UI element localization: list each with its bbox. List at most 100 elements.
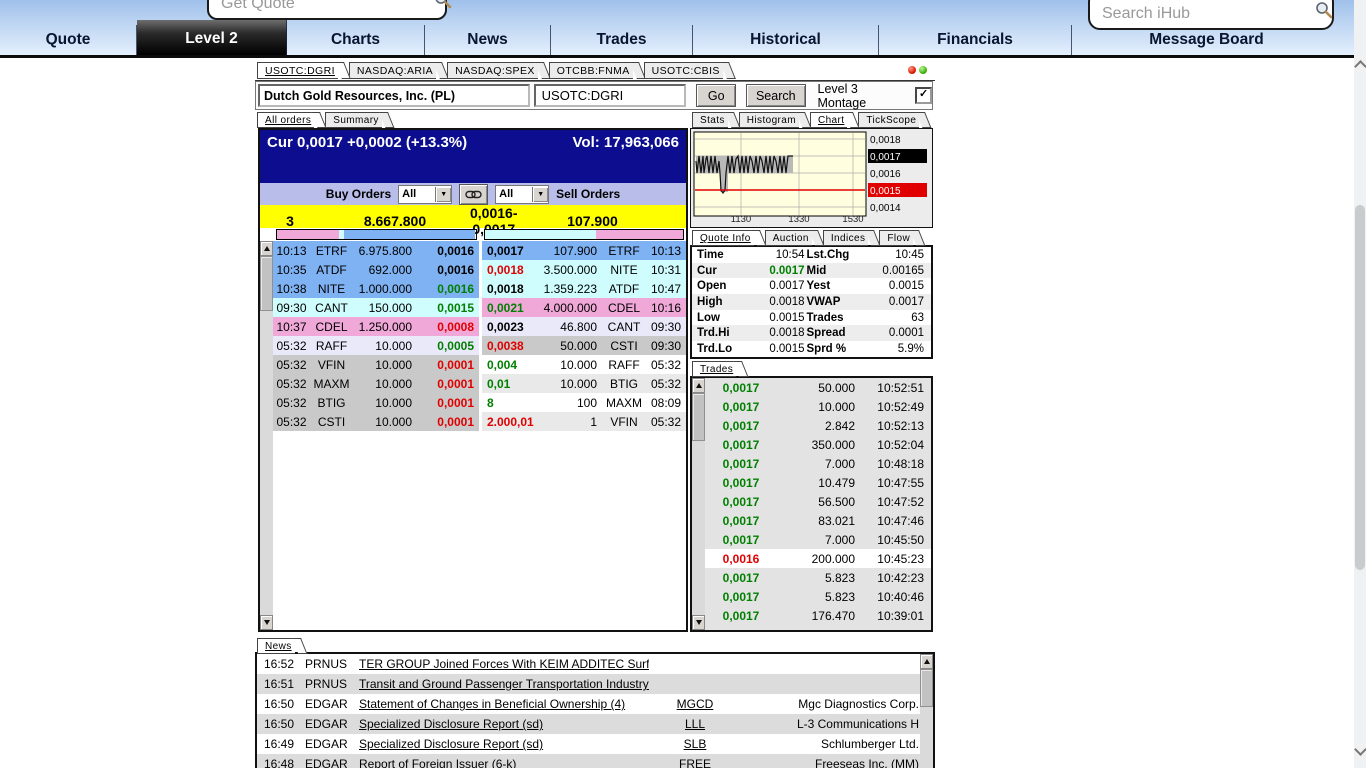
quote-tab-indices[interactable]: Indices <box>823 230 869 246</box>
bid-row[interactable]: 10:35ATDF692.0000,0016 <box>273 260 479 279</box>
nav-tab-financials[interactable]: Financials <box>879 25 1072 55</box>
sell-orders-label: Sell Orders <box>556 187 620 201</box>
ask-row[interactable]: 2.000,011VFIN05:32 <box>482 412 686 431</box>
news-source: EDGAR <box>301 697 359 711</box>
ask-row[interactable]: 0,0110.000BTIG05:32 <box>482 374 686 393</box>
nav-tab-quote[interactable]: Quote <box>0 25 137 55</box>
news-ticker-link[interactable]: FREE <box>679 757 711 768</box>
bid-mm: VFIN <box>310 358 353 372</box>
ask-row[interactable]: 0,00410.000RAFF05:32 <box>482 355 686 374</box>
scrollbar-thumb[interactable] <box>260 256 273 311</box>
trades-scrollbar[interactable] <box>692 378 705 630</box>
ask-row[interactable]: 0,003850.000CSTI09:30 <box>482 336 686 355</box>
scroll-up-button[interactable] <box>260 241 273 256</box>
view-tab-all-orders[interactable]: All orders <box>257 112 314 128</box>
bid-row[interactable]: 05:32BTIG10.0000,0001 <box>273 393 479 412</box>
news-headline-link[interactable]: TER GROUP Joined Forces With KEIM ADDITE… <box>359 657 649 671</box>
nav-tab-historical[interactable]: Historical <box>693 25 879 55</box>
scroll-up-button[interactable] <box>920 654 933 669</box>
chart-tab-tickscope[interactable]: TickScope <box>858 112 919 128</box>
nav-tab-news[interactable]: News <box>425 25 551 55</box>
news-headline-link[interactable]: Transit and Ground Passenger Transportat… <box>359 677 649 691</box>
scroll-down-button[interactable] <box>260 615 273 630</box>
ask-row[interactable]: 0,00214.000.000CDEL10:16 <box>482 298 686 317</box>
ask-row[interactable]: 0,0017107.900ETRF10:13 <box>482 241 686 260</box>
link-filters-button[interactable] <box>459 184 488 205</box>
search-ihub-input[interactable] <box>1100 4 1311 24</box>
search-icon[interactable] <box>434 0 452 14</box>
bid-size: 150.000 <box>353 301 417 315</box>
stock-tab-nasdaq-spex[interactable]: NASDAQ:SPEX <box>447 62 538 79</box>
sell-orders-select[interactable]: All ▼ <box>495 185 549 204</box>
news-headline-link[interactable]: Specialized Disclosure Report (sd) <box>359 717 543 731</box>
tab-trades[interactable]: Trades <box>692 361 736 377</box>
bid-row[interactable]: 05:32RAFF10.0000,0005 <box>273 336 479 355</box>
book-scrollbar[interactable] <box>260 241 273 630</box>
news-ticker-link[interactable]: LLL <box>685 717 705 731</box>
news-headline-link[interactable]: Report of Foreign Issuer (6-k) <box>359 757 516 768</box>
nav-tab-label: Quote <box>46 31 91 48</box>
go-button[interactable]: Go <box>696 84 736 107</box>
ask-row[interactable]: 0,00181.359.223ATDF10:47 <box>482 279 686 298</box>
chart-tab-stats[interactable]: Stats <box>692 112 728 128</box>
chart-tab-histogram[interactable]: Histogram <box>739 112 799 128</box>
nav-tab-trades[interactable]: Trades <box>551 25 693 55</box>
news-ticker-link[interactable]: SLB <box>684 737 707 751</box>
bid-row[interactable]: 10:13ETRF6.975.8000,0016 <box>273 241 479 260</box>
get-quote-input[interactable] <box>219 0 430 14</box>
chart-tab-chart[interactable]: Chart <box>810 112 847 128</box>
quote-tab-flow[interactable]: Flow <box>879 230 913 246</box>
stock-tab-otcbb-fnma[interactable]: OTCBB:FNMA <box>549 62 633 79</box>
scroll-up-button[interactable] <box>692 378 705 393</box>
news-headline-link[interactable]: Specialized Disclosure Report (sd) <box>359 737 543 751</box>
scrollbar-thumb[interactable] <box>1355 205 1365 570</box>
bid-price: 0,0016 <box>417 282 479 296</box>
bid-row[interactable]: 05:32MAXM10.0000,0001 <box>273 374 479 393</box>
qi-label: Time <box>697 249 743 261</box>
ask-mm: MAXM <box>602 396 646 410</box>
bid-time: 10:35 <box>273 263 310 277</box>
nav-tab-message-board[interactable]: Message Board <box>1072 25 1341 55</box>
ask-row[interactable]: 0,00183.500.000NITE10:31 <box>482 260 686 279</box>
bid-row[interactable]: 09:30CANT150.0000,0015 <box>273 298 479 317</box>
quote-tab-quote-info[interactable]: Quote Info <box>692 230 754 246</box>
view-tab-summary[interactable]: Summary <box>325 112 382 128</box>
scrollbar-thumb[interactable] <box>920 669 933 707</box>
ask-row[interactable]: 0,002346.800CANT09:30 <box>482 317 686 336</box>
svg-text:0,0018: 0,0018 <box>870 135 901 146</box>
quote-tab-auction[interactable]: Auction <box>765 230 812 246</box>
trade-time: 10:52:49 <box>855 400 931 414</box>
level3-montage-checkbox[interactable]: ✓ <box>915 87 932 104</box>
news-headline-link[interactable]: Statement of Changes in Beneficial Owner… <box>359 697 625 711</box>
news-scrollbar[interactable] <box>920 654 933 768</box>
stock-tab-nasdaq-aria[interactable]: NASDAQ:ARIA <box>349 62 436 79</box>
scroll-down-icon[interactable] <box>1354 743 1366 756</box>
news-ticker: SLB <box>649 737 741 751</box>
stock-tab-usotc-dgri[interactable]: USOTC:DGRI <box>257 62 338 79</box>
tab-news[interactable]: News <box>257 638 295 654</box>
bid-time: 05:32 <box>273 339 310 353</box>
bid-row[interactable]: 10:38NITE1.000.0000,0016 <box>273 279 479 298</box>
bid-row[interactable]: 05:32VFIN10.0000,0001 <box>273 355 479 374</box>
symbol-input[interactable] <box>540 87 681 104</box>
search-icon[interactable] <box>1315 1 1333 24</box>
ask-row[interactable]: 8100MAXM08:09 <box>482 393 686 412</box>
quote-info-row: Low0.0015Trades63 <box>692 310 931 326</box>
page-scrollbar[interactable] <box>1354 0 1366 768</box>
nav-tab-level-2[interactable]: Level 2 <box>137 20 287 55</box>
order-filter-row: Buy Orders All ▼ All ▼ Sell Orders <box>260 183 686 205</box>
scroll-down-button[interactable] <box>692 615 705 630</box>
scroll-up-icon[interactable] <box>1354 60 1366 73</box>
bid-size: 10.000 <box>353 358 417 372</box>
scrollbar-thumb[interactable] <box>692 393 705 441</box>
nav-tab-charts[interactable]: Charts <box>287 25 425 55</box>
trade-row: 0,00172.84210:52:13 <box>705 416 931 435</box>
news-ticker-link[interactable]: MGCD <box>677 697 714 711</box>
chevron-down-icon[interactable]: ▼ <box>532 187 548 202</box>
bid-row[interactable]: 05:32CSTI10.0000,0001 <box>273 412 479 431</box>
buy-orders-select[interactable]: All ▼ <box>398 185 452 204</box>
stock-tab-usotc-cbis[interactable]: USOTC:CBIS <box>644 62 723 79</box>
search-button[interactable]: Search <box>746 84 805 107</box>
bid-row[interactable]: 10:37CDEL1.250.0000,0008 <box>273 317 479 336</box>
chevron-down-icon[interactable]: ▼ <box>435 187 451 202</box>
